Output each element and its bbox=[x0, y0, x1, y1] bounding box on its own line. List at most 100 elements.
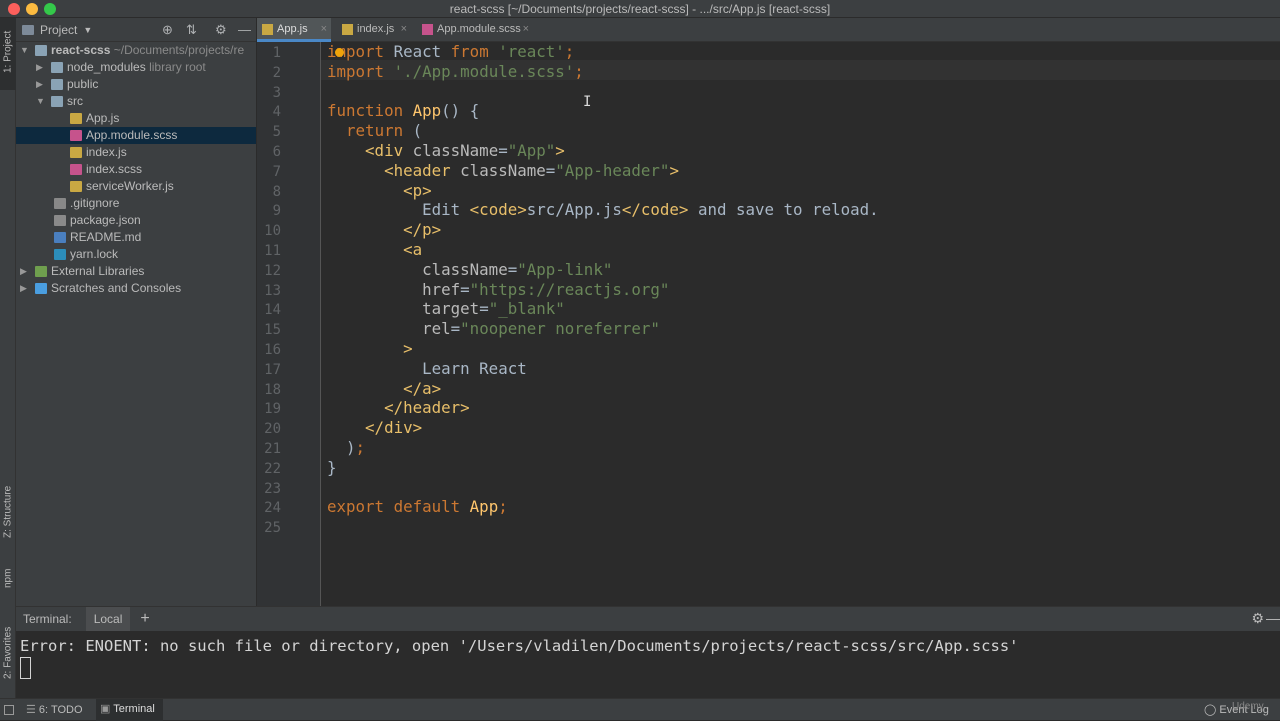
close-icon[interactable]: × bbox=[401, 18, 407, 40]
code-line: import React from 'react'; bbox=[327, 42, 575, 61]
code-line: href="https://reactjs.org" bbox=[422, 279, 670, 299]
tab-app-js[interactable]: App.js × bbox=[257, 18, 331, 42]
yarn-file-icon bbox=[54, 249, 66, 260]
status-bar: ☰ 6: TODO ▣ Terminal ◯ Event Log Udemy bbox=[0, 698, 1280, 721]
tree-item-app-js[interactable]: App.js bbox=[16, 110, 256, 127]
code-line: target="_blank" bbox=[422, 299, 565, 319]
tab-label: App.js bbox=[277, 23, 308, 35]
project-tool-window-button[interactable]: 1: Project bbox=[0, 18, 16, 90]
scratch-file-icon bbox=[35, 283, 47, 294]
favorites-tool-button[interactable]: 2: Favorites bbox=[0, 618, 16, 688]
line-number: 4 bbox=[272, 104, 281, 121]
code-line: > bbox=[403, 339, 413, 358]
minimize-window-button[interactable] bbox=[26, 3, 38, 15]
collapse-all-icon[interactable]: ⇅ bbox=[186, 22, 197, 38]
line-number: 2 bbox=[272, 64, 281, 81]
close-window-button[interactable] bbox=[8, 3, 20, 15]
line-number: 17 bbox=[264, 361, 281, 378]
chevron-right-icon[interactable]: ▶ bbox=[36, 76, 46, 93]
code-line: <a bbox=[403, 240, 423, 259]
tree-item-path: ~/Documents/projects/re bbox=[110, 43, 245, 57]
hide-panel-icon[interactable]: — bbox=[238, 22, 251, 37]
tree-item-label: react-scss ~/Documents/projects/re bbox=[51, 43, 245, 57]
tree-item-src[interactable]: ▼ src bbox=[16, 93, 256, 110]
js-file-icon bbox=[342, 24, 353, 35]
chevron-down-icon[interactable]: ▼ bbox=[83, 25, 92, 35]
chevron-down-icon[interactable]: ▼ bbox=[36, 93, 46, 110]
folder-icon bbox=[51, 79, 63, 90]
line-number: 12 bbox=[264, 262, 281, 279]
js-file-icon bbox=[70, 147, 82, 158]
terminal-header: Terminal: Local + ⚙ — bbox=[16, 607, 1280, 631]
tree-item-external-libraries[interactable]: ▶ External Libraries bbox=[16, 263, 256, 280]
line-number: 5 bbox=[272, 124, 281, 141]
tree-item-index-scss[interactable]: index.scss bbox=[16, 161, 256, 178]
zoom-window-button[interactable] bbox=[44, 3, 56, 15]
toggle-panels-icon[interactable] bbox=[4, 705, 14, 715]
line-number: 20 bbox=[264, 421, 281, 438]
close-icon[interactable]: × bbox=[321, 18, 327, 40]
code-line: </a> bbox=[403, 378, 442, 398]
new-terminal-tab-button[interactable]: + bbox=[140, 610, 149, 628]
todo-tool-button[interactable]: ☰ 6: TODO bbox=[26, 703, 83, 716]
tree-item-readme-md[interactable]: README.md bbox=[16, 229, 256, 246]
terminal-error-output: Error: ENOENT: no such file or directory… bbox=[20, 637, 1019, 655]
code-line: import './App.module.scss'; bbox=[327, 61, 584, 81]
line-number: 7 bbox=[272, 163, 281, 180]
tree-item-label: .gitignore bbox=[70, 196, 120, 210]
line-number: 22 bbox=[264, 460, 281, 477]
chevron-right-icon[interactable]: ▶ bbox=[20, 280, 30, 297]
bulb-icon[interactable] bbox=[335, 48, 344, 57]
code-line: <p> bbox=[403, 180, 432, 200]
tree-item-label: yarn.lock bbox=[70, 247, 119, 261]
code-line: rel="noopener noreferrer" bbox=[422, 319, 660, 339]
project-panel: Project ▼ ⊕ ⇅ ⚙ — ▼ react-scss ~/Document… bbox=[16, 18, 257, 606]
tree-item-package-json[interactable]: package.json bbox=[16, 212, 256, 229]
code-line: <div className="App"> bbox=[365, 141, 565, 160]
code-line: </div> bbox=[365, 418, 423, 438]
tree-item-label: public bbox=[67, 77, 99, 91]
tree-item-label: App.module.scss bbox=[86, 128, 178, 142]
tree-item-gitignore[interactable]: .gitignore bbox=[16, 195, 256, 212]
terminal-cursor[interactable] bbox=[20, 657, 31, 679]
window-titlebar: react-scss [~/Documents/projects/react-s… bbox=[0, 0, 1280, 18]
file-file-icon bbox=[54, 198, 66, 209]
tree-item-app-module-scss[interactable]: App.module.scss bbox=[16, 127, 256, 144]
project-panel-header: Project ▼ ⊕ ⇅ ⚙ — bbox=[16, 18, 256, 42]
tree-item-scratches-and-consoles[interactable]: ▶ Scratches and Consoles bbox=[16, 280, 256, 297]
terminal-tool-button[interactable]: ▣ Terminal bbox=[96, 699, 163, 721]
tree-item-label: README.md bbox=[70, 230, 142, 244]
line-number: 24 bbox=[264, 500, 281, 517]
lib-file-icon bbox=[35, 266, 47, 277]
chevron-down-icon[interactable]: ▼ bbox=[20, 42, 30, 59]
scss-file-icon bbox=[70, 164, 82, 175]
tree-item-node-modules[interactable]: ▶ node_modules library root bbox=[16, 59, 256, 76]
tab-index-js[interactable]: index.js × bbox=[337, 18, 411, 42]
hide-panel-icon[interactable]: — bbox=[1266, 610, 1280, 626]
code-line: export default App; bbox=[327, 497, 508, 517]
line-number: 11 bbox=[264, 243, 281, 259]
locate-icon[interactable]: ⊕ bbox=[162, 22, 173, 38]
chevron-right-icon[interactable]: ▶ bbox=[20, 263, 30, 280]
tree-item-react-scss[interactable]: ▼ react-scss ~/Documents/projects/re bbox=[16, 42, 256, 59]
folder-icon bbox=[51, 96, 63, 107]
line-number: 10 bbox=[264, 223, 281, 240]
scss-file-icon bbox=[70, 130, 82, 141]
tree-item-label: node_modules library root bbox=[67, 60, 206, 74]
tree-item-public[interactable]: ▶ public bbox=[16, 76, 256, 93]
close-icon[interactable]: × bbox=[523, 18, 529, 40]
chevron-right-icon[interactable]: ▶ bbox=[36, 59, 46, 76]
code-editor[interactable]: import React from 'react'; import './App.… bbox=[321, 42, 1280, 606]
event-log-icon: ◯ bbox=[1204, 704, 1220, 716]
tree-item-index-js[interactable]: index.js bbox=[16, 144, 256, 161]
tab-app-module-scss[interactable]: App.module.scss × bbox=[417, 18, 533, 42]
gear-icon[interactable]: ⚙ bbox=[215, 22, 227, 38]
terminal-panel: Terminal: Local + ⚙ — Error: ENOENT: no … bbox=[16, 606, 1280, 698]
terminal-tab-local[interactable]: Local bbox=[85, 607, 131, 631]
tree-item-yarn-lock[interactable]: yarn.lock bbox=[16, 246, 256, 263]
project-view-selector[interactable]: Project bbox=[40, 23, 77, 37]
gear-icon[interactable]: ⚙ bbox=[1251, 610, 1264, 627]
structure-tool-button[interactable]: Z: Structure bbox=[0, 476, 16, 548]
tree-item-serviceworker-js[interactable]: serviceWorker.js bbox=[16, 178, 256, 195]
npm-tool-button[interactable]: npm bbox=[0, 560, 16, 596]
